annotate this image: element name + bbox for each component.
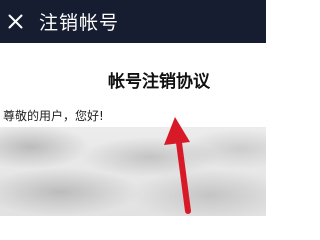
agreement-content: 帐号注销协议 尊敬的用户，您好! — [0, 43, 266, 216]
agreement-title: 帐号注销协议 — [108, 72, 210, 92]
greeting-text: 尊敬的用户，您好! — [3, 109, 104, 123]
close-icon — [8, 14, 22, 29]
top-app-bar: 注销帐号 — [0, 0, 266, 43]
close-button[interactable] — [7, 14, 23, 30]
annotation-arrow-icon — [164, 117, 191, 214]
page-title: 注销帐号 — [39, 12, 120, 34]
blurred-agreement-text — [0, 127, 266, 216]
